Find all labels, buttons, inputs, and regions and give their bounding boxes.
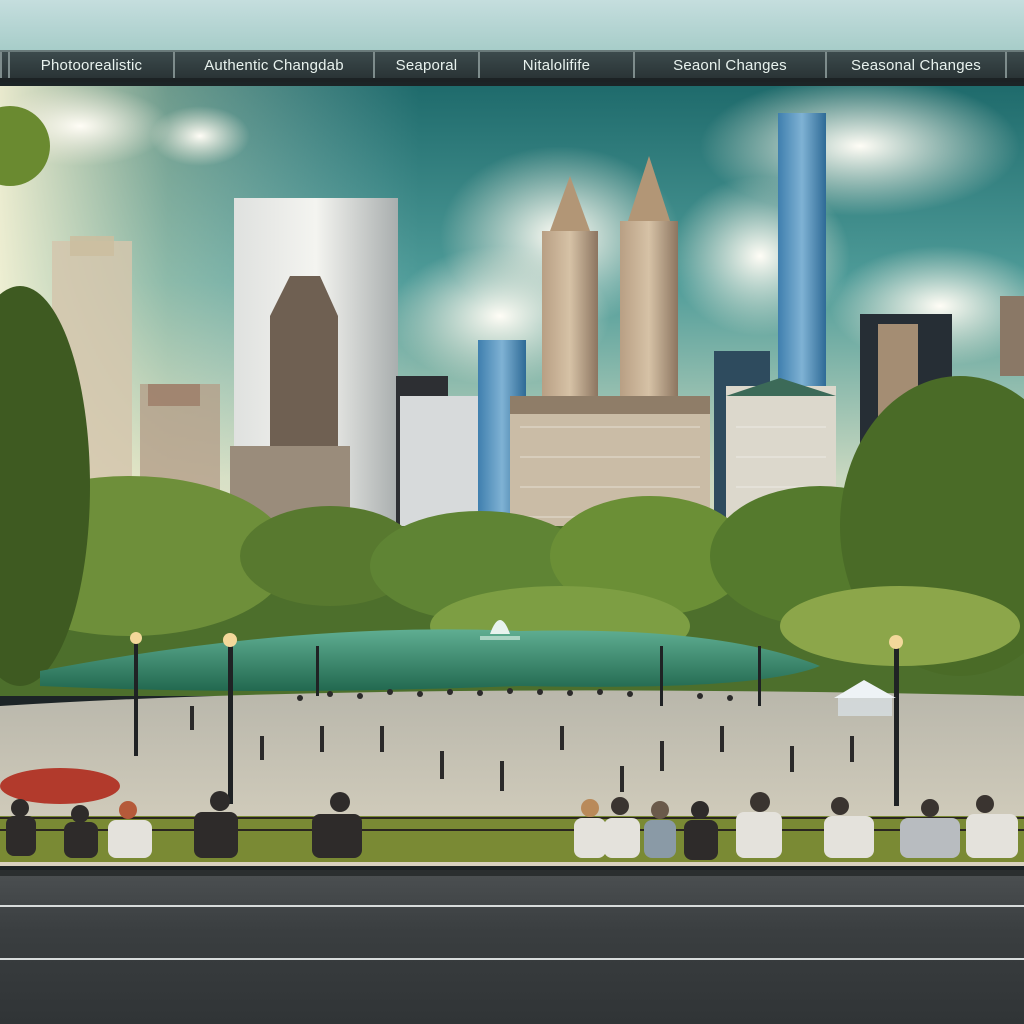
tab-authentic-changes[interactable]: Authentic Changdab [175,52,375,78]
flower-bed [0,768,120,804]
tab-seasonal[interactable]: Seaporal [375,52,480,78]
tab-photorealistic[interactable]: Photoorealistic [10,52,175,78]
park-scene [0,86,1024,876]
road [0,870,1024,1024]
tab-bar: Photoorealistic Authentic Changdab Seapo… [0,50,1024,82]
curb [0,870,1024,876]
image-frame: Photoorealistic Authentic Changdab Seapo… [0,0,1024,1024]
tab-nightlife[interactable]: Nitalolifife [480,52,635,78]
lane-line [0,905,1024,907]
tab-spacer [0,52,10,78]
lane-line [0,958,1024,960]
tab-seasonal-changes-2[interactable]: Seasonal Changes [827,52,1007,78]
scene-illustration [0,86,1024,866]
tab-seasonal-changes-1[interactable]: Seaonl Changes [635,52,827,78]
sky-strip [0,0,1024,50]
tab-spacer-end [1007,52,1020,78]
